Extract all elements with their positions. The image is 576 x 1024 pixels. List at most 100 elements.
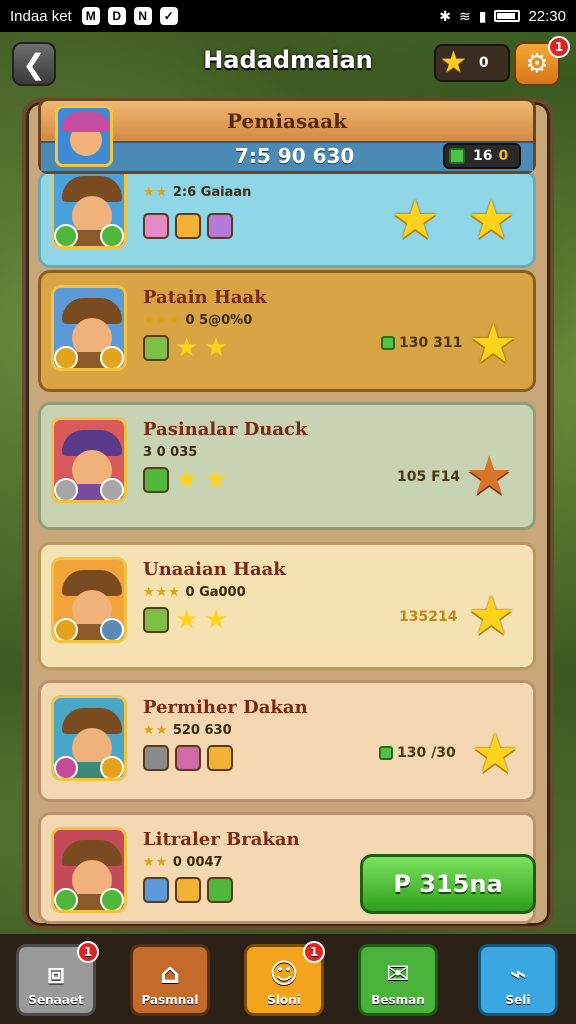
item-icon — [143, 213, 169, 239]
notification-check-icon: ✓ — [159, 7, 178, 25]
reward-star-icon: ★ — [467, 188, 516, 251]
battery-icon — [494, 10, 521, 22]
star-icon: ★ — [440, 45, 467, 80]
settings-button[interactable]: ⚙ 1 — [514, 36, 570, 86]
gem-icon — [449, 148, 465, 164]
chat-icon: ✉ — [386, 957, 410, 990]
star-icon: ★ — [204, 605, 228, 635]
reward-star-icon: ★ — [467, 584, 516, 647]
hero-amount: 130 /30 — [379, 745, 456, 761]
hero-stats: ★★★ 0 5@0%0 — [143, 313, 253, 328]
reward-star-icon: ★ — [469, 312, 518, 375]
star-icon: ★ — [175, 605, 199, 635]
star-icon: ★ — [204, 465, 228, 495]
item-icon — [175, 877, 201, 903]
signal-icon: ▮ — [478, 7, 487, 24]
hero-stats: ★★ 520 630 — [143, 723, 232, 738]
hero-items: ★ ★ — [143, 335, 228, 361]
bluetooth-icon: ✱ — [439, 7, 451, 24]
notification-m-icon: M — [81, 7, 100, 25]
hero-stats: ★★ 2:6 Gaiaan — [143, 185, 252, 200]
notification-d-icon: D — [107, 7, 126, 25]
hero-name: Unaaian Haak — [143, 559, 286, 580]
currency-value: 16 — [473, 148, 493, 164]
star-icon: ★ — [175, 465, 199, 495]
nav-besman[interactable]: ✉ Besman — [358, 944, 438, 1016]
nav-label: Besman — [371, 993, 425, 1007]
hero-avatar — [51, 163, 127, 249]
list-item[interactable]: Patain Haak ★★★ 0 5@0%0 ★ ★ 130 311 ★ — [38, 270, 536, 392]
header-score: 7:5 90 630 — [235, 144, 355, 168]
item-icon — [143, 745, 169, 771]
hero-items: ★ ★ — [143, 467, 228, 493]
star-icon: ★ — [204, 333, 228, 363]
hero-stats: ★★ 0 0047 — [143, 855, 223, 870]
clock: 22:30 — [528, 7, 566, 25]
hero-avatar — [51, 827, 127, 913]
hero-stats: 3 0 035 — [143, 445, 198, 460]
home-icon: ⌂ — [159, 957, 181, 990]
hero-stats: ★★★ 0 Ga000 — [143, 585, 246, 600]
carrier-name: Indaa ket — [10, 7, 72, 25]
nav-badge: 1 — [77, 941, 99, 963]
header-currency: 16 0 — [443, 143, 521, 169]
hero-avatar — [51, 285, 127, 371]
hero-name: Patain Haak — [143, 287, 267, 308]
nav-badge: 1 — [303, 941, 325, 963]
nav-label: Pasmnal — [141, 993, 199, 1007]
reward-star-icon: ★ — [465, 444, 514, 507]
hero-name: Permiher Dakan — [143, 697, 308, 718]
item-icon — [175, 213, 201, 239]
play-button[interactable]: P 315na — [360, 854, 536, 914]
item-icon — [143, 607, 169, 633]
list-item[interactable]: ★★ 2:6 Gaiaan ★ ★ — [38, 163, 536, 268]
hero-items — [143, 213, 233, 239]
bottom-navigation: ⧈ Senaaet 1 ⌂ Pasmnal ☺ Sloni 1 ✉ Besman… — [0, 934, 576, 1024]
ghost-icon: ☺ — [269, 957, 299, 990]
wifi-icon: ≋ — [459, 7, 471, 24]
star-icon: ★ — [175, 333, 199, 363]
nav-label: Sloni — [267, 993, 301, 1007]
nav-pasmnal[interactable]: ⌂ Pasmnal — [130, 944, 210, 1016]
item-icon — [207, 745, 233, 771]
hero-avatar — [51, 557, 127, 643]
reward-star-icon: ★ — [471, 722, 520, 785]
header-panel: Pemiasaak 7:5 90 630 16 0 — [38, 98, 536, 174]
header-banner: Pemiasaak — [41, 101, 533, 141]
item-icon — [143, 877, 169, 903]
item-icon — [207, 877, 233, 903]
hero-name: Pasinalar Duack — [143, 419, 308, 440]
list-item[interactable]: Unaaian Haak ★★★ 0 Ga000 ★ ★ 135214 ★ — [38, 542, 536, 670]
player-avatar[interactable] — [55, 105, 113, 167]
hero-amount: 105 F14 — [397, 469, 461, 485]
notification-n-icon: N — [133, 7, 152, 25]
ticket-icon: ⌁ — [509, 957, 527, 990]
item-icon — [143, 467, 169, 493]
star-counter: ★ 0 — [434, 44, 510, 82]
nav-senaaet[interactable]: ⧈ Senaaet 1 — [16, 941, 99, 1016]
hero-avatar — [51, 417, 127, 503]
box-icon: ⧈ — [47, 957, 65, 990]
status-bar: Indaa ket M D N ✓ ✱ ≋ ▮ 22:30 — [0, 0, 576, 32]
nav-label: Seli — [505, 993, 531, 1007]
star-count: 0 — [478, 55, 489, 71]
currency-value-secondary: 0 — [498, 148, 509, 164]
hero-items — [143, 745, 233, 771]
list-item[interactable]: Pasinalar Duack 3 0 035 ★ ★ 105 F14 ★ — [38, 402, 536, 530]
hero-amount: 135214 — [399, 609, 458, 625]
item-icon — [143, 335, 169, 361]
nav-label: Senaaet — [28, 993, 84, 1007]
hero-avatar — [51, 695, 127, 781]
settings-notification-badge: 1 — [548, 36, 570, 58]
top-bar: ❮ Hadadmaian ★ 0 ⚙ 1 — [0, 32, 576, 96]
item-icon — [207, 213, 233, 239]
hero-items — [143, 877, 233, 903]
hero-name: Litraler Brakan — [143, 829, 300, 850]
gear-icon: ⚙ — [525, 49, 549, 79]
nav-seli[interactable]: ⌁ Seli — [478, 944, 558, 1016]
star-icon: ★ — [391, 188, 440, 251]
hero-amount: 130 311 — [381, 335, 462, 351]
list-item[interactable]: Permiher Dakan ★★ 520 630 130 /30 ★ — [38, 680, 536, 802]
item-icon — [175, 745, 201, 771]
nav-sloni[interactable]: ☺ Sloni 1 — [244, 941, 325, 1016]
